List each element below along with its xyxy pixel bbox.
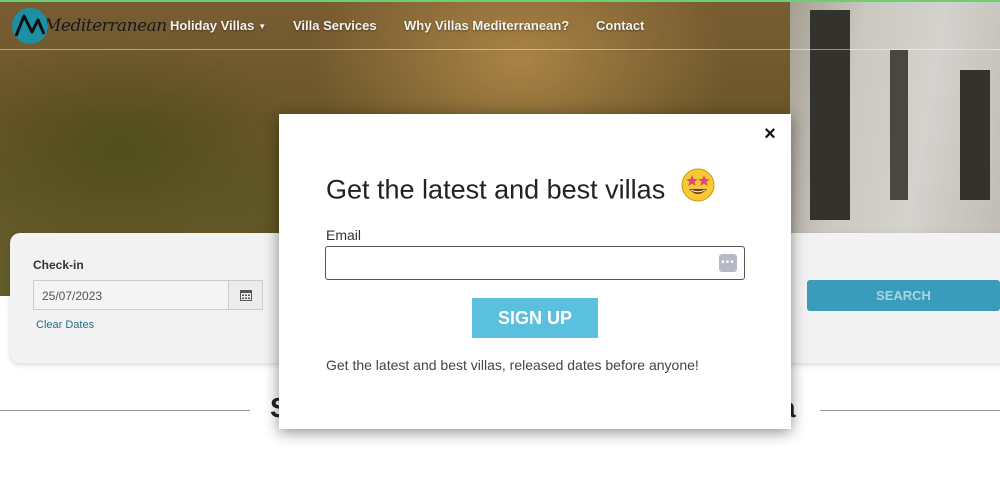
newsletter-modal: × Get the latest and best villas Email •… <box>279 114 791 429</box>
email-field[interactable] <box>325 246 745 280</box>
email-label: Email <box>326 227 362 243</box>
signup-button[interactable]: SIGN UP <box>472 298 598 338</box>
password-manager-icon[interactable]: ••• <box>719 254 737 272</box>
star-struck-emoji-icon <box>681 168 715 209</box>
modal-description: Get the latest and best villas, released… <box>326 357 699 373</box>
modal-title: Get the latest and best villas <box>326 168 715 209</box>
close-button[interactable]: × <box>761 124 779 144</box>
